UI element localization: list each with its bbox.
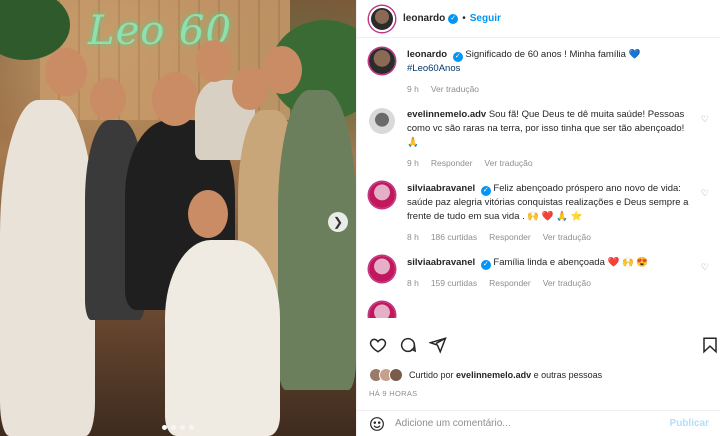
translate-link[interactable]: Ver tradução <box>543 276 591 290</box>
person-figure <box>165 240 280 436</box>
liked-by-user[interactable]: evelinnemelo.adv <box>456 370 531 380</box>
translate-link[interactable]: Ver tradução <box>431 82 479 96</box>
heart-icon[interactable] <box>369 336 387 354</box>
comment-text: Família linda e abençoada ❤️ 🙌 😍 <box>493 257 649 268</box>
like-comment-heart-icon[interactable]: ♡ <box>701 188 709 199</box>
avatar[interactable] <box>369 108 395 134</box>
avatar[interactable] <box>369 182 395 208</box>
post-actions <box>369 336 720 354</box>
translate-link[interactable]: Ver tradução <box>484 156 532 170</box>
publish-button[interactable]: Publicar <box>670 418 709 429</box>
comment-time: 9 h <box>407 158 419 168</box>
post-username[interactable]: leonardo <box>403 13 445 24</box>
comment-username[interactable]: silviaabravanel <box>407 257 475 268</box>
carousel-dot <box>180 425 185 430</box>
comment-item: silviaabravanel ✓ Feliz abençoado próspe… <box>369 182 709 244</box>
share-icon[interactable] <box>429 336 447 354</box>
comment-time: 8 h <box>407 278 419 288</box>
caption: leonardo ✓ Significado de 60 anos ! Minh… <box>369 48 709 96</box>
next-photo-button[interactable]: ❯ <box>328 212 348 232</box>
translate-link[interactable]: Ver tradução <box>543 230 591 244</box>
comments-list[interactable]: leonardo ✓ Significado de 60 anos ! Minh… <box>357 38 720 318</box>
person-head <box>90 78 126 120</box>
add-comment-bar: Publicar <box>357 410 720 436</box>
comment-username[interactable]: silviaabravanel <box>407 183 475 194</box>
reply-link[interactable]: Responder <box>489 230 531 244</box>
avatar[interactable] <box>369 302 395 318</box>
liked-by-prefix: Curtido por <box>409 370 454 380</box>
post-date[interactable]: HÁ 9 HORAS <box>369 389 417 398</box>
avatar <box>389 368 403 382</box>
like-comment-heart-icon[interactable]: ♡ <box>701 114 709 125</box>
bookmark-icon[interactable] <box>701 336 719 354</box>
comment-text: Significado de 60 anos ! Minha família 💙 <box>465 49 641 60</box>
post-photo[interactable]: Leo 60 ❯ <box>0 0 356 436</box>
liked-by: Curtido por evelinnemelo.adv e outras pe… <box>369 368 602 382</box>
reply-link[interactable]: Responder <box>489 276 531 290</box>
post-side-panel: leonardo ✓ • Seguir leonardo ✓ Significa… <box>356 0 720 436</box>
like-comment-heart-icon[interactable]: ♡ <box>701 262 709 273</box>
person-head <box>152 72 198 126</box>
person-head <box>45 48 87 96</box>
comment-username[interactable]: evelinnemelo.adv <box>407 109 486 120</box>
carousel-dots <box>0 425 356 430</box>
avatar[interactable] <box>369 256 395 282</box>
reply-link[interactable]: Responder <box>431 156 473 170</box>
instagram-post: Leo 60 ❯ leonardo ✓ • Seguir leonardo ✓ … <box>0 0 720 436</box>
carousel-dot <box>189 425 194 430</box>
comment-item: silviaabravanel ✓ Família linda e abenço… <box>369 256 709 290</box>
emoji-icon[interactable] <box>369 416 385 432</box>
comment-icon[interactable] <box>399 336 417 354</box>
verified-badge-icon: ✓ <box>448 13 459 24</box>
person-head <box>188 190 228 238</box>
post-header: leonardo ✓ • Seguir <box>357 0 720 38</box>
likes-count[interactable]: 159 curtidas <box>431 276 477 290</box>
comment-username[interactable]: leonardo <box>407 49 447 60</box>
likes-count[interactable]: 186 curtidas <box>431 230 477 244</box>
comment-input[interactable] <box>395 418 670 429</box>
comment-time: 8 h <box>407 232 419 242</box>
carousel-dot <box>171 425 176 430</box>
person-figure <box>278 90 356 390</box>
chevron-right-icon: ❯ <box>332 215 344 229</box>
verified-badge-icon: ✓ <box>480 186 491 196</box>
person-head <box>196 40 232 82</box>
comment-item <box>369 302 709 318</box>
hashtag-link[interactable]: #Leo60Anos <box>407 63 460 74</box>
carousel-dot <box>162 425 167 430</box>
verified-badge-icon: ✓ <box>480 260 491 270</box>
person-head <box>262 46 302 94</box>
avatar[interactable] <box>369 5 395 32</box>
follow-button[interactable]: Seguir <box>470 13 501 24</box>
liked-by-suffix[interactable]: e outras pessoas <box>534 370 603 380</box>
person-figure <box>0 100 95 436</box>
separator-dot: • <box>462 13 466 24</box>
avatar[interactable] <box>369 48 395 74</box>
comment-item: evelinnemelo.adv Sou fã! Que Deus te dê … <box>369 108 709 170</box>
comment-time: 9 h <box>407 84 419 94</box>
verified-badge-icon: ✓ <box>452 52 463 62</box>
